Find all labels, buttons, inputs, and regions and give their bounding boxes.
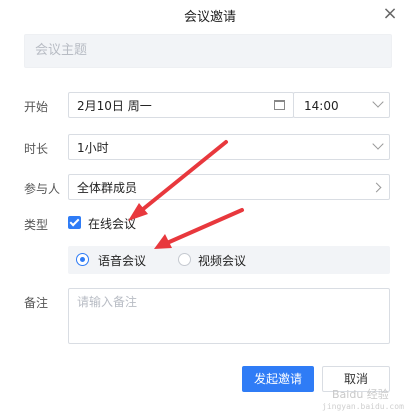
send-invite-button[interactable]: 发起邀请 — [242, 366, 314, 392]
close-icon[interactable]: × — [380, 4, 400, 24]
video-meeting-label[interactable]: 视频会议 — [198, 252, 246, 269]
watermark-url: jingyan.baidu.com — [322, 402, 404, 411]
type-label: 类型 — [24, 218, 49, 232]
duration-select[interactable]: 1小时 — [68, 134, 390, 160]
voice-meeting-label[interactable]: 语音会议 — [98, 252, 146, 269]
notes-textarea[interactable]: 请输入备注 — [68, 288, 390, 344]
watermark-text: Baidu 经验 — [332, 388, 389, 401]
notes-placeholder: 请输入备注 — [77, 295, 138, 309]
start-label: 开始 — [24, 100, 49, 114]
start-date-value: 2月10日 周一 — [77, 99, 152, 113]
voice-meeting-radio[interactable] — [76, 253, 89, 266]
start-date-picker[interactable]: 2月10日 周一 — [68, 92, 294, 118]
start-time-value: 14:00 — [304, 99, 339, 113]
duration-label: 时长 — [24, 142, 49, 156]
calendar-icon[interactable] — [274, 100, 285, 110]
chevron-down-icon — [372, 96, 384, 108]
arrow-to-voice-meeting — [154, 208, 244, 249]
video-meeting-radio[interactable] — [178, 253, 191, 266]
meeting-subject-input[interactable]: 会议主题 — [24, 34, 392, 68]
participants-label: 参与人 — [24, 182, 61, 196]
start-time-select[interactable]: 14:00 — [293, 92, 390, 118]
chevron-down-icon — [372, 138, 384, 150]
notes-label: 备注 — [24, 296, 49, 310]
meeting-mode-group: 语音会议 视频会议 — [68, 246, 390, 274]
participants-value: 全体群成员 — [77, 181, 138, 195]
online-meeting-checkbox[interactable] — [68, 216, 81, 229]
online-meeting-label: 在线会议 — [88, 217, 137, 231]
chevron-right-icon — [371, 182, 382, 193]
duration-value: 1小时 — [77, 141, 109, 155]
dialog-title: 会议邀请 — [183, 10, 236, 25]
participants-selector[interactable]: 全体群成员 — [68, 174, 390, 200]
